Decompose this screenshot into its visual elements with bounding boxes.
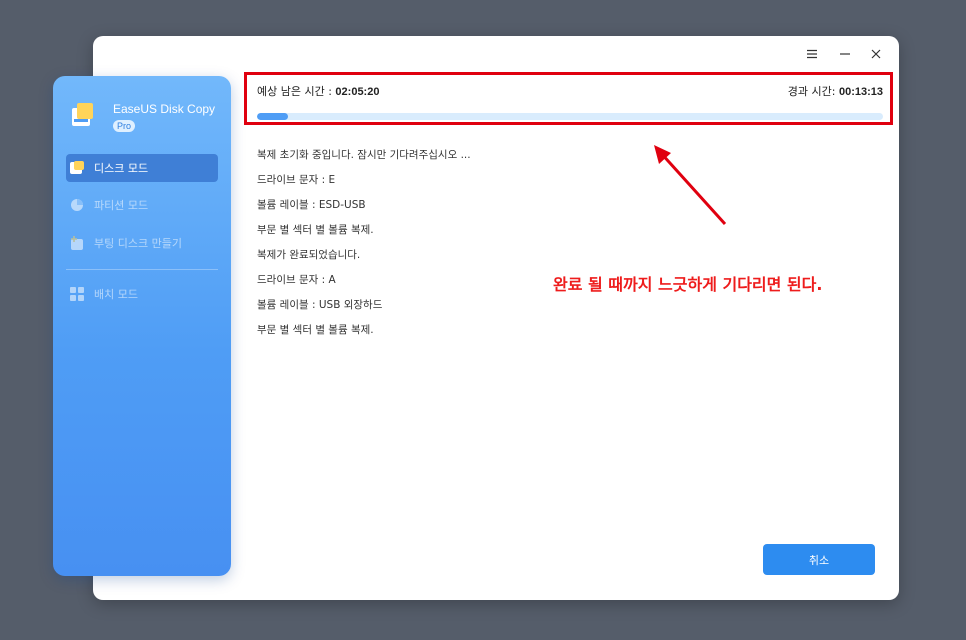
remaining-time-label: 예상 남은 시간 : [257,85,336,98]
sidebar-item-partition-mode[interactable]: 파티션 모드 [66,191,218,219]
annotation-text: 완료 될 때까지 느긋하게 기다리면 된다. [553,275,823,294]
boot-disk-icon [71,236,83,250]
cancel-button[interactable]: 취소 [763,544,875,575]
pro-badge: Pro [113,120,136,132]
remaining-time: 예상 남은 시간 : 02:05:20 [257,83,379,99]
log-line: 복제가 완료되었습니다. [257,249,361,261]
sidebar-item-batch-mode[interactable]: 배치 모드 [66,280,218,308]
sidebar-item-boot-disk[interactable]: 부팅 디스크 만들기 [66,229,218,257]
elapsed-time-value: 00:13:13 [838,86,883,98]
partition-mode-icon [71,199,83,211]
log-line: 드라이브 문자 : E [257,174,336,186]
sidebar-item-label: 파티션 모드 [94,199,149,212]
log-line: 볼륨 레이블 : USB 외장하드 [257,299,383,311]
elapsed-time: 경과 시간: 00:13:13 [788,83,883,99]
sidebar: EaseUS Disk Copy Pro 디스크 모드 파티션 모드 부팅 디스… [53,76,231,576]
log-line: 복제 초기화 중입니다. 잠시만 기다려주십시오 ... [257,149,471,161]
sidebar-divider [66,269,218,270]
disk-mode-icon [70,161,84,174]
sidebar-item-label: 디스크 모드 [94,162,149,175]
sidebar-item-disk-mode[interactable]: 디스크 모드 [66,154,218,182]
remaining-time-value: 02:05:20 [335,86,380,98]
elapsed-time-label: 경과 시간: [787,85,839,98]
batch-mode-icon [70,287,84,301]
log-line: 볼륨 레이블 : ESD-USB [257,199,366,211]
sidebar-item-label: 부팅 디스크 만들기 [94,237,182,250]
annotation-arrow-icon [654,145,727,226]
minimize-icon[interactable] [837,48,853,64]
close-icon[interactable] [868,48,884,64]
log-line: 부문 별 섹터 별 볼륨 복제. [257,324,374,336]
sidebar-item-label: 배치 모드 [94,288,138,301]
progress-bar-fill [257,113,289,120]
menu-icon[interactable] [804,48,820,64]
log-line: 드라이브 문자 : A [257,274,336,286]
brand: EaseUS Disk Copy Pro [71,102,231,138]
easeus-logo-icon [72,103,93,126]
progress-bar [257,113,883,120]
brand-name: EaseUS Disk Copy [113,102,216,116]
log-line: 부문 별 섹터 별 볼륨 복제. [257,224,374,236]
